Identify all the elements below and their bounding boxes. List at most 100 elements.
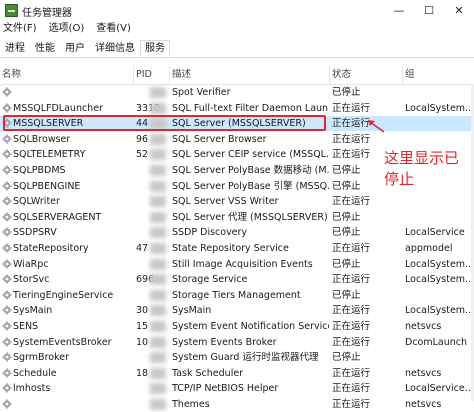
column-header-description[interactable]: 描述	[169, 66, 330, 84]
table-row[interactable]: SENS 15 System Event Notification Service 正…	[0, 319, 474, 334]
close-button[interactable]: ✕	[444, 0, 474, 20]
service-description: State Repository Service	[172, 243, 289, 254]
redaction-blur	[150, 305, 166, 317]
service-gear-icon	[2, 336, 12, 347]
service-name: SystemEventsBroker	[13, 336, 112, 348]
service-status: 已停止	[332, 258, 361, 270]
service-group: netsvcs	[405, 399, 442, 410]
service-group: LocalService	[405, 227, 465, 239]
service-status: 已停止	[332, 87, 361, 98]
service-name: SENS	[13, 321, 39, 332]
service-status: 已停止	[332, 289, 361, 301]
redaction-blur	[150, 243, 166, 254]
tab-details[interactable]: 详细信息	[90, 40, 140, 57]
service-group	[405, 288, 474, 303]
tab-users[interactable]: 用户	[60, 40, 90, 57]
service-gear-icon	[2, 227, 12, 238]
service-description: Spot Verifier	[172, 87, 231, 98]
service-group	[405, 350, 474, 365]
service-name: lmhosts	[13, 383, 51, 395]
column-header-group[interactable]: 组	[402, 66, 474, 84]
window-controls: — ☐ ✕	[384, 0, 474, 20]
table-row[interactable]: StateRepository 47 State Repository Servic…	[0, 241, 474, 256]
highlight-box	[3, 115, 326, 131]
redaction-blur	[150, 383, 166, 395]
menu-view[interactable]: 查看(V)	[90, 20, 137, 38]
column-header-status[interactable]: 状态	[329, 66, 405, 84]
service-gear-icon	[2, 243, 12, 253]
table-row[interactable]: MSSQLFDLauncher 3312 SQL Full-text Filter …	[0, 101, 474, 116]
redaction-blur	[150, 336, 166, 348]
redaction-blur	[150, 149, 166, 161]
service-gear-icon	[2, 290, 12, 300]
service-group: DcomLaunch	[405, 336, 468, 348]
service-description: SSDP Discovery	[172, 227, 248, 239]
service-group	[405, 194, 474, 209]
service-status: 已停止	[332, 211, 361, 223]
task-manager-icon	[5, 4, 18, 17]
service-gear-icon	[2, 212, 12, 222]
service-group	[405, 210, 474, 225]
table-row[interactable]: lmhosts TCP/IP NetBIOS Helper 正在运行 LocalSer…	[0, 381, 474, 396]
annotation-arrow-icon	[368, 120, 385, 133]
table-row[interactable]: SystemEventsBroker 10 System Events Broker…	[0, 335, 474, 350]
service-description: Task Scheduler	[172, 367, 244, 379]
service-description: Storage Service	[172, 274, 248, 286]
service-name: MSSQLFDLauncher	[13, 102, 103, 114]
tab-services[interactable]: 服务	[140, 40, 170, 57]
table-row[interactable]: SQLBrowser 96 SQL Server Browser 正在运行	[0, 132, 474, 147]
table-row[interactable]: Themes 正在运行 netsvcs	[0, 397, 474, 412]
table-row[interactable]: Schedule 18 Task Scheduler 正在运行 netsvcs	[0, 366, 474, 381]
service-status: 已停止	[332, 227, 361, 239]
service-gear-icon	[2, 274, 12, 284]
service-status: 正在运行	[332, 243, 371, 254]
service-status: 正在运行	[332, 383, 371, 395]
service-description: SysMain	[172, 305, 212, 317]
service-name: SQLTELEMETRY	[13, 149, 86, 161]
tab-performance[interactable]: 性能	[30, 40, 60, 57]
service-description: SQL Server 代理 (MSSQLSERVER)	[172, 211, 328, 223]
column-header-pid[interactable]: PID	[133, 66, 172, 84]
redaction-blur	[150, 289, 166, 301]
service-status: 正在运行	[332, 399, 371, 410]
table-row[interactable]: SysMain 30 SysMain 正在运行 LocalSystem...	[0, 303, 474, 318]
service-gear-icon	[2, 258, 12, 269]
menu-file[interactable]: 文件(F)	[0, 20, 43, 38]
service-name: SgrmBroker	[13, 352, 69, 364]
maximize-button[interactable]: ☐	[414, 0, 444, 20]
table-row[interactable]: SgrmBroker System Guard 运行时监视器代理 已停止	[0, 350, 474, 365]
table-row[interactable]: SQLSERVERAGENT SQL Server 代理 (MSSQLSERVER…	[0, 210, 474, 225]
table-row[interactable]: StorSvc 696 Storage Service 正在运行 LocalSystem…	[0, 272, 474, 287]
redaction-blur	[150, 180, 166, 192]
table-row[interactable]: Spot Verifier 已停止	[0, 85, 474, 100]
service-group: LocalSystem...	[405, 258, 474, 270]
table-row[interactable]: TieringEngineService Storage Tiers Manage…	[0, 288, 474, 303]
service-name: SQLPBENGINE	[13, 180, 81, 192]
service-gear-icon	[2, 165, 12, 175]
table-row[interactable]: WiaRpc Still Image Acquisition Events 已停止 L…	[0, 257, 474, 272]
redaction-blur	[150, 211, 166, 223]
menu-options[interactable]: 选项(O)	[43, 20, 91, 38]
redaction-blur	[150, 352, 166, 364]
service-gear-icon	[2, 383, 12, 394]
minimize-button[interactable]: —	[384, 0, 414, 20]
service-group	[405, 132, 474, 147]
service-description: TCP/IP NetBIOS Helper	[172, 383, 279, 395]
service-group: LocalSystem...	[405, 102, 474, 114]
service-description: Storage Tiers Management	[172, 289, 301, 301]
service-gear-icon	[2, 102, 12, 113]
service-status: 正在运行	[332, 305, 371, 317]
service-description: System Guard 运行时监视器代理	[172, 352, 319, 364]
column-header-name[interactable]: 名称	[0, 66, 132, 84]
service-description: System Event Notification Service	[172, 321, 329, 332]
menu-bar: 文件(F) 选项(O) 查看(V)	[0, 20, 474, 38]
service-status: 正在运行	[332, 274, 371, 286]
service-group: netsvcs	[405, 321, 442, 332]
tab-processes[interactable]: 进程	[0, 40, 30, 57]
service-gear-icon	[2, 180, 12, 191]
service-name: SQLBrowser	[13, 133, 71, 145]
table-row[interactable]: SSDPSRV SSDP Discovery 已停止 LocalService	[0, 225, 474, 240]
table-row[interactable]: SQLWriter SQL Server VSS Writer 正在运行	[0, 194, 474, 209]
redaction-blur	[150, 102, 166, 114]
redaction-blur	[150, 258, 166, 270]
